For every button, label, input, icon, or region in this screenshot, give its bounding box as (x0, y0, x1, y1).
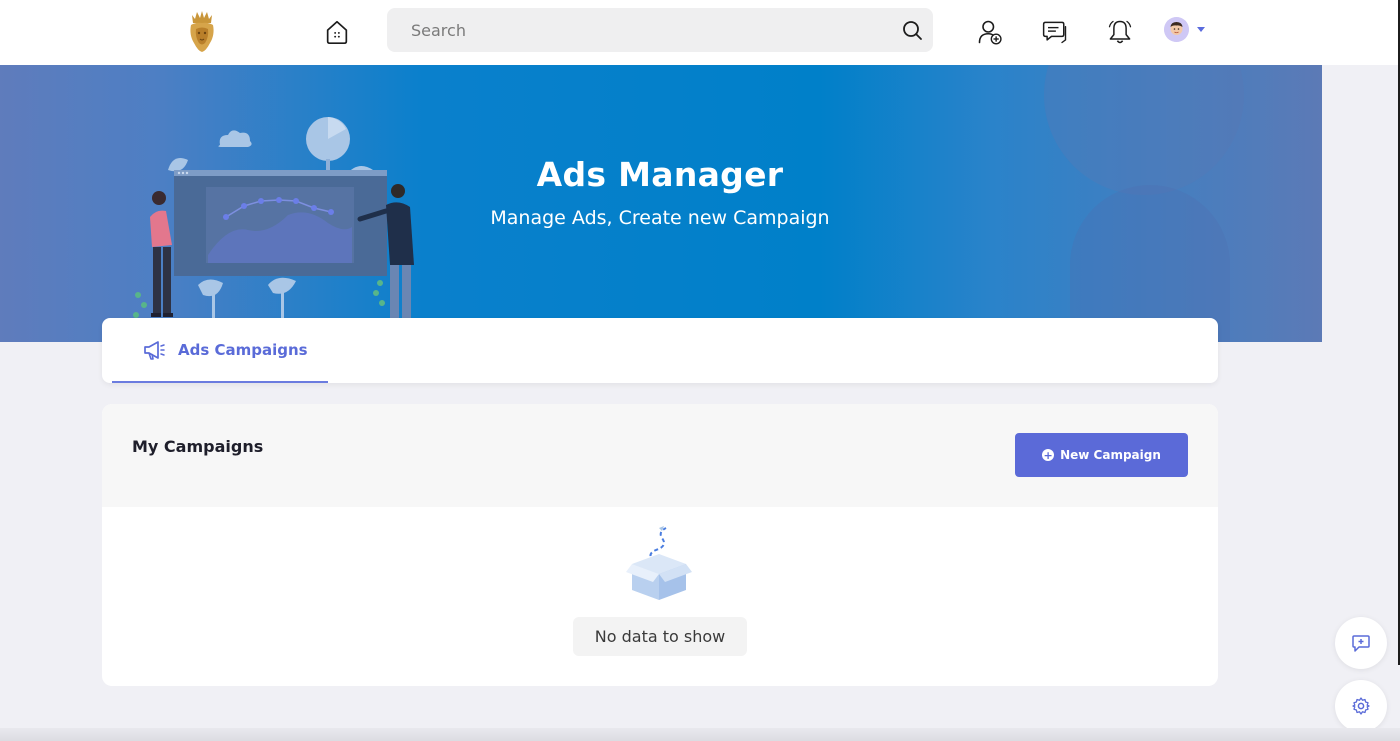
empty-state-message: No data to show (573, 617, 747, 656)
campaigns-card: My Campaigns + New Campaign No data to s… (102, 404, 1218, 686)
search-icon[interactable] (901, 19, 923, 41)
window-bottom-edge (0, 728, 1400, 741)
chevron-down-icon (1197, 26, 1205, 32)
gear-icon (1352, 697, 1370, 715)
megaphone-icon (144, 340, 165, 360)
search-input[interactable] (387, 8, 867, 52)
top-navigation-bar (0, 0, 1398, 65)
plus-circle-icon: + (1042, 448, 1055, 462)
page-subtitle: Manage Ads, Create new Campaign (490, 207, 830, 229)
avatar (1164, 16, 1189, 42)
chat-plus-icon (1352, 635, 1370, 652)
tabs-card: Ads Campaigns (102, 318, 1218, 383)
lion-logo-icon[interactable] (186, 9, 218, 53)
bell-icon[interactable] (1104, 16, 1136, 48)
search-bar (387, 8, 933, 52)
messages-icon[interactable] (1039, 16, 1071, 48)
settings-button[interactable] (1335, 680, 1387, 732)
new-chat-button[interactable] (1335, 617, 1387, 669)
account-menu[interactable] (1164, 16, 1210, 42)
analytics-illustration-icon (133, 117, 414, 330)
tab-ads-campaigns[interactable]: Ads Campaigns (112, 318, 328, 383)
ads-manager-banner: Ads Manager Manage Ads, Create new Campa… (0, 65, 1322, 342)
new-campaign-button[interactable]: + New Campaign (1015, 433, 1188, 477)
new-campaign-label: New Campaign (1060, 448, 1161, 462)
page-title: Ads Manager (536, 155, 784, 194)
empty-box-icon (626, 526, 692, 600)
tab-label: Ads Campaigns (178, 340, 308, 359)
home-icon[interactable] (322, 17, 352, 47)
add-friend-icon[interactable] (974, 16, 1006, 48)
decorative-circle (1044, 65, 1244, 195)
section-title: My Campaigns (132, 437, 264, 456)
campaigns-header: My Campaigns + New Campaign (102, 404, 1218, 507)
